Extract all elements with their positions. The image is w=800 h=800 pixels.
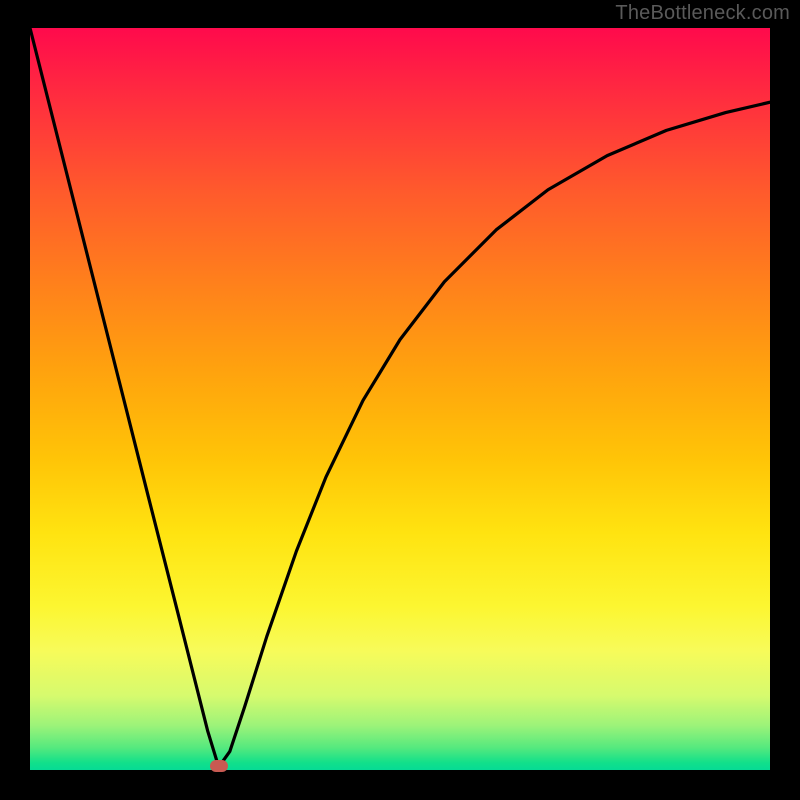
- optimum-marker: [210, 760, 228, 772]
- watermark-label: TheBottleneck.com: [615, 2, 790, 25]
- chart-frame: TheBottleneck.com: [0, 0, 800, 800]
- chart-plot-area: [30, 28, 770, 770]
